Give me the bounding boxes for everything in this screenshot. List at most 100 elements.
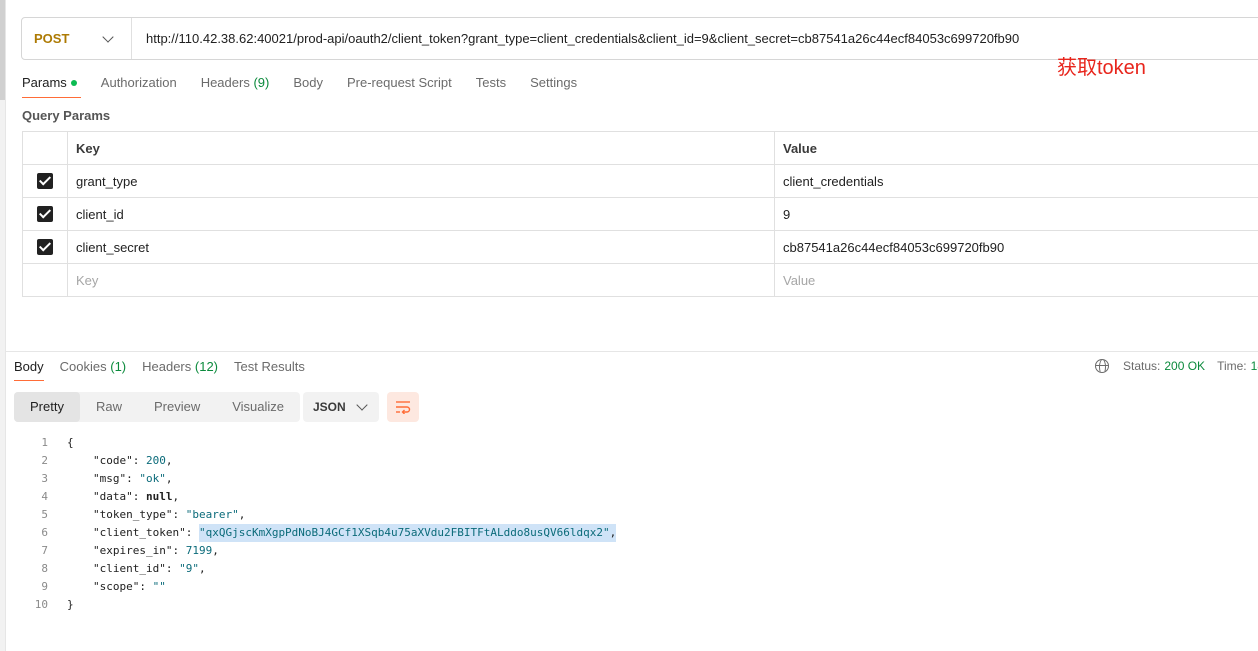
pane-divider[interactable]: [6, 351, 1258, 352]
tab-label: Headers: [142, 359, 192, 374]
param-value[interactable]: cb87541a26c44ecf84053c699720fb90: [774, 230, 1258, 264]
param-checkbox[interactable]: [37, 239, 53, 256]
left-scrollbar[interactable]: [0, 0, 6, 651]
code-line: 6 "client_token": "qxQGjscKmXgpPdNoBJ4GCf…: [14, 524, 617, 542]
code-line: 4 "data": null,: [14, 488, 616, 506]
query-params-table: Key Value grant_type client_credentials …: [22, 131, 1258, 297]
view-visualize-button[interactable]: Visualize: [216, 392, 300, 422]
param-value[interactable]: client_credentials: [774, 164, 1258, 198]
method-dropdown[interactable]: POST: [22, 18, 132, 59]
tab-pre-request-script[interactable]: Pre-request Script: [347, 74, 452, 98]
request-tabs: Params Authorization Headers (9) Body Pr…: [22, 74, 601, 98]
table-header-row: Key Value: [22, 131, 1258, 165]
json-key: "data": [93, 490, 133, 503]
tab-label: Settings: [530, 75, 578, 90]
table-row: grant_type client_credentials: [22, 164, 1258, 198]
json-value: null: [146, 490, 173, 503]
json-close-brace: }: [67, 598, 74, 611]
query-params-title: Query Params: [22, 108, 111, 123]
tab-headers[interactable]: Headers (9): [201, 74, 270, 98]
tab-settings[interactable]: Settings: [530, 74, 577, 98]
time-value[interactable]: 18: [1251, 359, 1258, 373]
method-label: POST: [34, 31, 70, 46]
key-header: Key: [67, 131, 775, 165]
json-key: "token_type": [93, 508, 173, 521]
new-value-input[interactable]: Value: [774, 263, 1258, 297]
tab-response-body[interactable]: Body: [14, 359, 44, 381]
json-value: "bearer": [185, 508, 239, 521]
tab-test-results[interactable]: Test Results: [234, 359, 305, 381]
annotation-label: 获取token: [1057, 57, 1146, 79]
json-key: "client_token": [93, 526, 186, 539]
empty-checkbox-cell: [22, 263, 68, 297]
response-body-code[interactable]: 1{ 2 "code": 200, 3 "msg": "ok", 4 "data": …: [14, 434, 617, 614]
tab-label: Pre-request Script: [346, 75, 452, 90]
code-line: 1{: [14, 434, 616, 452]
tab-tests[interactable]: Tests: [476, 74, 506, 98]
param-checkbox[interactable]: [37, 206, 53, 223]
json-value: 7199: [185, 544, 213, 557]
code-line: 8 "client_id": "9",: [14, 560, 616, 578]
tab-body[interactable]: Body: [293, 74, 323, 98]
code-line: 10}: [14, 596, 616, 614]
response-status: Status: 200 OK Time: 18: [1095, 359, 1258, 373]
line-number: 9: [41, 580, 48, 593]
tab-count: (1): [110, 359, 127, 374]
line-number: 8: [41, 562, 48, 575]
tab-count: (12): [194, 359, 219, 374]
param-value[interactable]: 9: [774, 197, 1258, 231]
tab-label: Body: [293, 75, 323, 90]
line-number: 4: [41, 490, 48, 503]
json-value: 200: [146, 454, 166, 467]
line-number: 10: [34, 598, 48, 611]
wrap-lines-icon: [396, 401, 411, 414]
line-number: 3: [41, 472, 48, 485]
tab-label: Authorization: [100, 75, 177, 90]
line-number: 2: [41, 454, 48, 467]
view-raw-button[interactable]: Raw: [80, 392, 138, 422]
code-line: 3 "msg": "ok",: [14, 470, 616, 488]
line-number: 7: [41, 544, 48, 557]
view-preview-button[interactable]: Preview: [138, 392, 216, 422]
json-value: "ok": [139, 472, 166, 485]
new-key-input[interactable]: Key: [67, 263, 775, 297]
param-key[interactable]: client_id: [67, 197, 775, 231]
line-number: 6: [41, 526, 48, 539]
tab-response-headers[interactable]: Headers (12): [142, 359, 218, 381]
tab-label: Headers: [200, 75, 250, 90]
param-checkbox[interactable]: [37, 173, 53, 190]
param-key[interactable]: grant_type: [67, 164, 775, 198]
scrollbar-thumb[interactable]: [0, 0, 5, 100]
tab-label: Params: [22, 75, 67, 90]
param-key[interactable]: client_secret: [67, 230, 775, 264]
tab-label: Test Results: [234, 359, 305, 374]
wrap-lines-button[interactable]: [387, 392, 419, 422]
json-value: "": [152, 580, 166, 593]
line-number: 1: [41, 436, 48, 449]
format-dropdown[interactable]: JSON: [303, 392, 379, 422]
time-label: Time:: [1217, 359, 1247, 373]
params-active-dot-icon: [70, 79, 77, 86]
line-number: 5: [41, 508, 48, 521]
tab-authorization[interactable]: Authorization: [101, 74, 177, 98]
code-line: 2 "code": 200,: [14, 452, 616, 470]
view-pretty-button[interactable]: Pretty: [14, 392, 80, 422]
chevron-down-icon: [102, 30, 114, 43]
globe-icon[interactable]: [1095, 359, 1109, 373]
status-value[interactable]: 200 OK: [1164, 359, 1205, 373]
view-mode-group: Pretty Raw Preview Visualize: [14, 392, 301, 422]
tab-label: Cookies: [59, 359, 107, 374]
json-value-selected: "qxQGjscKmXgpPdNoBJ4GCf1XSqb4u75aXVdu2FB…: [198, 524, 610, 542]
tab-params[interactable]: Params: [22, 74, 81, 98]
format-label: JSON: [313, 400, 346, 414]
tab-label: Tests: [475, 75, 507, 90]
tab-cookies[interactable]: Cookies (1): [60, 359, 126, 381]
code-line: 9 "scope": "": [14, 578, 616, 596]
new-param-row: Key Value: [22, 263, 1258, 297]
json-key: "scope": [93, 580, 140, 593]
table-row: client_secret cb87541a26c44ecf84053c6997…: [22, 230, 1258, 264]
status-label: Status:: [1123, 359, 1161, 373]
url-input[interactable]: http://110.42.38.62:40021/prod-api/oauth…: [132, 31, 1019, 46]
json-open-brace: {: [67, 436, 74, 449]
code-line: 5 "token_type": "bearer",: [14, 506, 616, 524]
